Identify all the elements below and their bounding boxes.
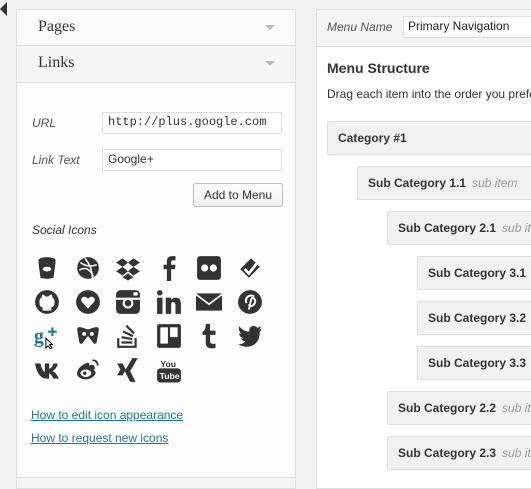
request-new-icons-link[interactable]: How to request new icons bbox=[31, 431, 168, 445]
weibo-icon[interactable] bbox=[73, 355, 103, 385]
menu-item-title: Sub Category 3.1 bbox=[428, 266, 527, 280]
menu-item[interactable]: Sub Category 2.1 sub it bbox=[387, 211, 531, 245]
url-input[interactable]: http://plus.google.com bbox=[102, 112, 282, 134]
menu-item-type: sub it bbox=[502, 401, 531, 415]
pages-section-header[interactable]: Pages bbox=[17, 10, 295, 46]
menu-name-input[interactable]: Primary Navigation bbox=[403, 16, 531, 38]
menu-item-type: sub it bbox=[502, 221, 531, 235]
url-label: URL bbox=[32, 116, 57, 130]
links-section-body: URL http://plus.google.com Link Text Goo… bbox=[17, 83, 295, 483]
pinterest-icon[interactable] bbox=[235, 287, 265, 317]
flickr-icon[interactable] bbox=[194, 253, 224, 283]
wufoo-icon[interactable] bbox=[73, 321, 103, 351]
mail-icon[interactable] bbox=[194, 287, 224, 317]
facebook-icon[interactable] bbox=[154, 253, 184, 283]
menu-item[interactable]: Sub Category 3.3 bbox=[417, 346, 531, 380]
next-section-header[interactable] bbox=[17, 477, 295, 488]
menu-item-title: Category #1 bbox=[338, 131, 407, 145]
menu-name-bar: Menu Name Primary Navigation bbox=[317, 10, 531, 47]
menu-name-label: Menu Name bbox=[327, 20, 393, 34]
menu-item-title: Sub Category 2.3 bbox=[398, 446, 497, 460]
menu-item-title: Sub Category 1.1 bbox=[368, 176, 467, 190]
menu-item-title: Sub Category 2.2 bbox=[398, 401, 497, 415]
add-to-menu-button[interactable]: Add to Menu bbox=[193, 183, 283, 207]
svg-text:Tube: Tube bbox=[159, 371, 179, 381]
menu-item[interactable]: Category #1 bbox=[327, 121, 531, 155]
links-section-header[interactable]: Links bbox=[17, 46, 295, 83]
social-icons-grid: g You Tube bbox=[32, 253, 272, 389]
window-edge bbox=[0, 0, 6, 482]
edit-icon-appearance-link[interactable]: How to edit icon appearance bbox=[31, 408, 183, 422]
menu-item[interactable]: Sub Category 1.1 sub item bbox=[357, 166, 531, 200]
chevron-down-icon[interactable] bbox=[265, 25, 275, 30]
menu-item-title: Sub Category 3.2 bbox=[428, 311, 527, 325]
instagram-icon[interactable] bbox=[113, 287, 143, 317]
menu-item[interactable]: Sub Category 2.2 sub it bbox=[387, 391, 531, 425]
stackoverflow-icon[interactable] bbox=[113, 321, 143, 351]
menu-structure-title: Menu Structure bbox=[327, 60, 430, 76]
dropbox-icon[interactable] bbox=[113, 253, 143, 283]
heart-icon[interactable] bbox=[73, 287, 103, 317]
menu-item-type: sub it bbox=[502, 446, 531, 460]
menu-item[interactable]: Sub Category 3.2 bbox=[417, 301, 531, 335]
menu-item-type: sub item bbox=[472, 176, 518, 190]
foursquare-icon[interactable] bbox=[235, 253, 265, 283]
github-icon[interactable] bbox=[32, 287, 62, 317]
chevron-down-icon[interactable] bbox=[265, 61, 275, 66]
menu-structure-description: Drag each item into the order you prefe bbox=[327, 87, 531, 101]
menu-structure-panel: Menu Name Primary Navigation Menu Struct… bbox=[316, 9, 531, 489]
dribbble-icon[interactable] bbox=[73, 253, 103, 283]
links-section-title: Links bbox=[38, 54, 75, 71]
bucket-icon[interactable] bbox=[32, 253, 62, 283]
twitter-icon[interactable] bbox=[235, 321, 265, 351]
googleplus-icon[interactable]: g bbox=[32, 321, 62, 351]
add-menu-items-panel: Pages Links URL http://plus.google.com L… bbox=[16, 9, 296, 489]
menu-item[interactable]: Sub Category 3.1 bbox=[417, 256, 531, 290]
collapse-arrow-icon[interactable] bbox=[0, 2, 7, 16]
menu-item-title: Sub Category 3.3 bbox=[428, 356, 527, 370]
menu-item-title: Sub Category 2.1 bbox=[398, 221, 497, 235]
pages-section-title: Pages bbox=[38, 18, 76, 35]
youtube-icon[interactable]: You Tube bbox=[154, 355, 184, 385]
vk-icon[interactable] bbox=[32, 355, 62, 385]
menu-item[interactable]: Sub Category 2.3 sub it bbox=[387, 436, 531, 470]
link-text-input[interactable]: Google+ bbox=[102, 149, 282, 171]
trello-icon[interactable] bbox=[154, 321, 184, 351]
tumblr-icon[interactable] bbox=[194, 321, 224, 351]
xing-icon[interactable] bbox=[113, 355, 143, 385]
svg-text:g: g bbox=[34, 327, 44, 348]
svg-text:You: You bbox=[160, 359, 176, 369]
linkedin-icon[interactable] bbox=[154, 287, 184, 317]
social-icons-label: Social Icons bbox=[32, 223, 97, 237]
link-text-label: Link Text bbox=[32, 153, 80, 167]
